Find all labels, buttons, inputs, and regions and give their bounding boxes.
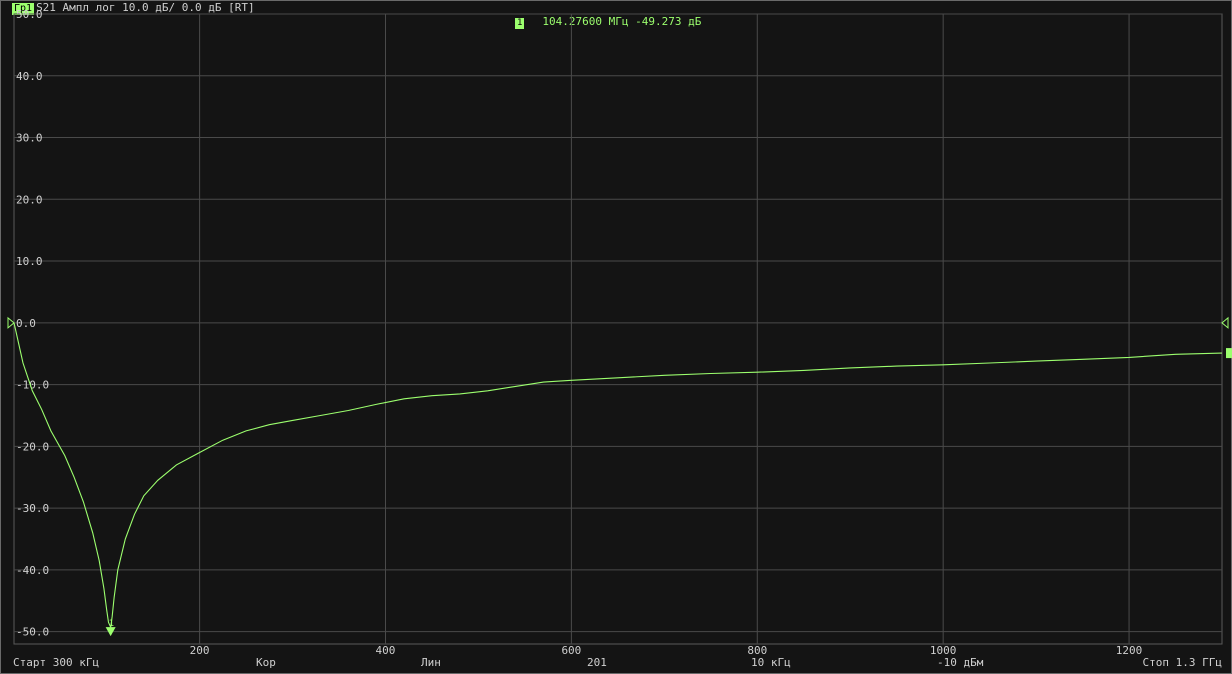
y-tick-label: 30.0 <box>16 132 43 145</box>
y-tick-label: -40.0 <box>16 564 49 577</box>
y-tick-label: -30.0 <box>16 502 49 515</box>
y-tick-label: 10.0 <box>16 255 43 268</box>
status-correction[interactable]: Кор <box>256 656 276 670</box>
trace-end-indicator <box>1226 348 1232 359</box>
marker-label: 1 <box>109 619 114 629</box>
status-bar: Старт 300 кГц Кор Лин 201 10 кГц -10 дБм… <box>13 656 1222 670</box>
y-tick-label: 20.0 <box>16 193 43 206</box>
y-tick-label: 50.0 <box>16 8 43 21</box>
ref-level-right-arrow <box>1221 316 1229 329</box>
y-tick-label: 40.0 <box>16 70 43 83</box>
status-points[interactable]: 201 <box>587 656 607 670</box>
status-start[interactable]: Старт 300 кГц <box>13 656 99 670</box>
y-tick-label: -20.0 <box>16 440 49 453</box>
marker-layer[interactable]: 1 <box>105 348 1232 637</box>
y-tick-label: -50.0 <box>16 626 49 639</box>
grid <box>13 13 1223 645</box>
status-stop[interactable]: Стоп 1.3 ГГц <box>1143 656 1222 670</box>
trace-line <box>13 322 1223 630</box>
plot-area[interactable]: 50.0 40.0 30.0 20.0 10.0 0.0 -10.0 -20.0 -30.0 -4… <box>0 0 1232 674</box>
plot-border <box>13 13 1223 645</box>
status-power[interactable]: -10 дБм <box>937 656 983 670</box>
status-sweep-type[interactable]: Лин <box>421 656 441 670</box>
y-tick-label: 0.0 <box>16 317 36 330</box>
ref-level-left-arrow <box>7 316 15 329</box>
y-tick-label: -10.0 <box>16 379 49 392</box>
status-ifbw[interactable]: 10 кГц <box>751 656 791 670</box>
